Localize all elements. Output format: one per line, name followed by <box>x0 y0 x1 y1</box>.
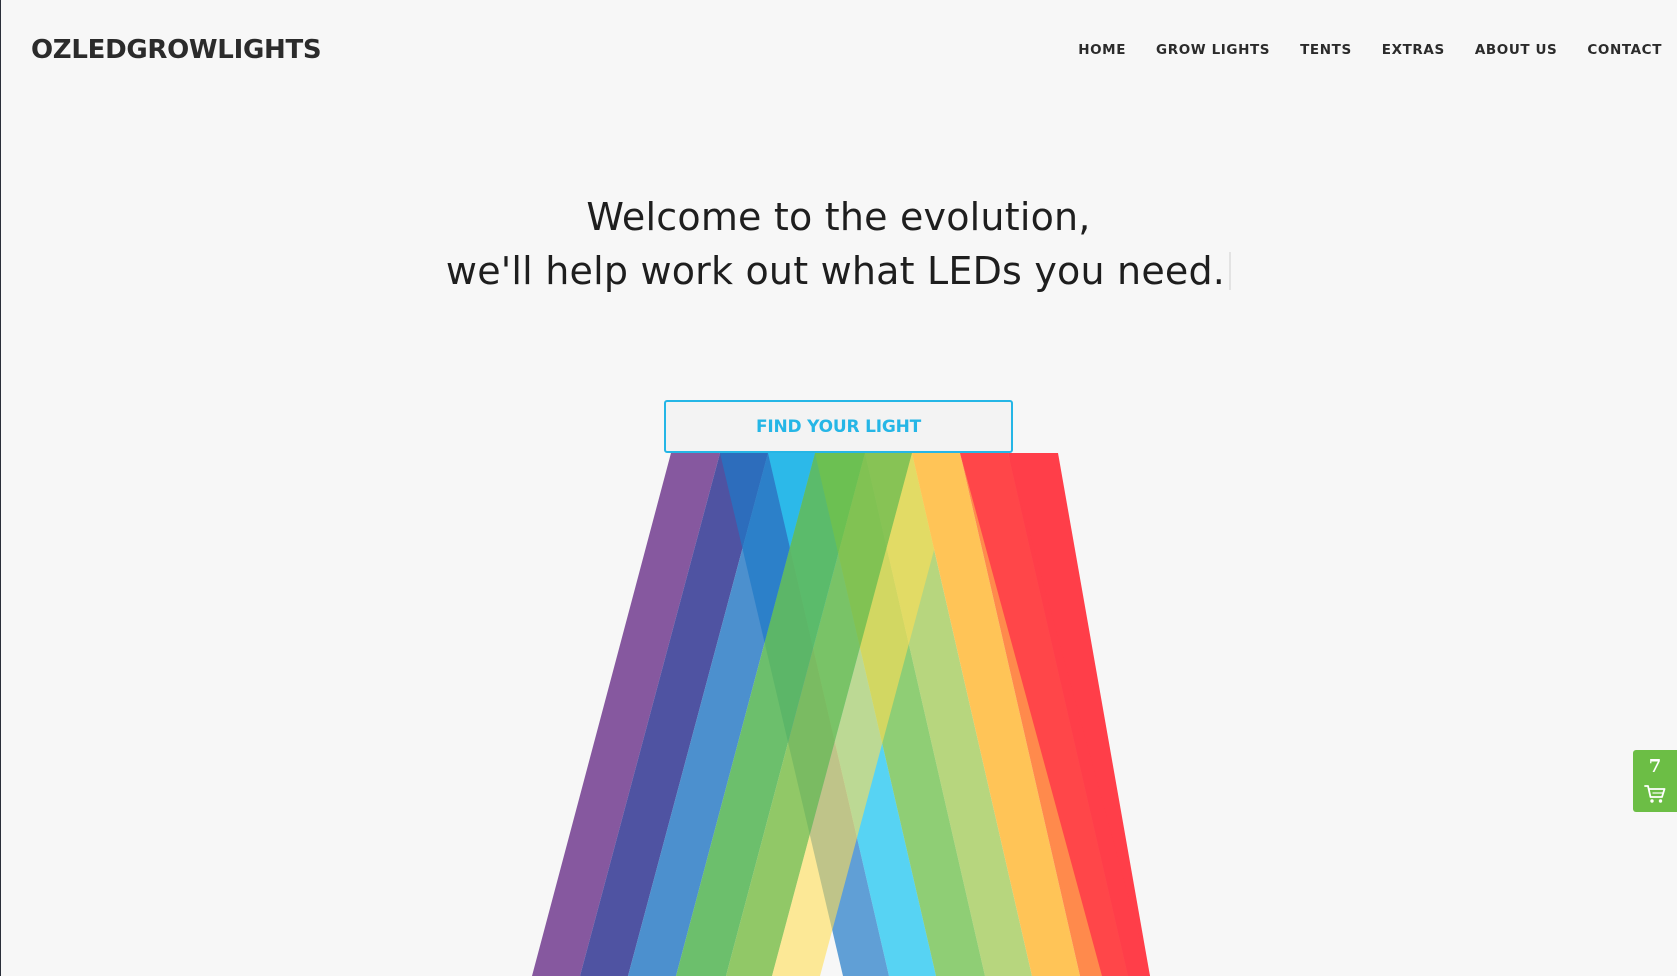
spectrum-beams <box>532 453 1150 976</box>
cart-count-badge: 7 <box>1648 756 1662 777</box>
cart-icon <box>1644 785 1666 803</box>
light-spectrum-graphic <box>532 453 1150 976</box>
find-your-light-button[interactable]: FIND YOUR LIGHT <box>664 400 1013 453</box>
cart-widget[interactable]: 7 <box>1633 750 1677 812</box>
